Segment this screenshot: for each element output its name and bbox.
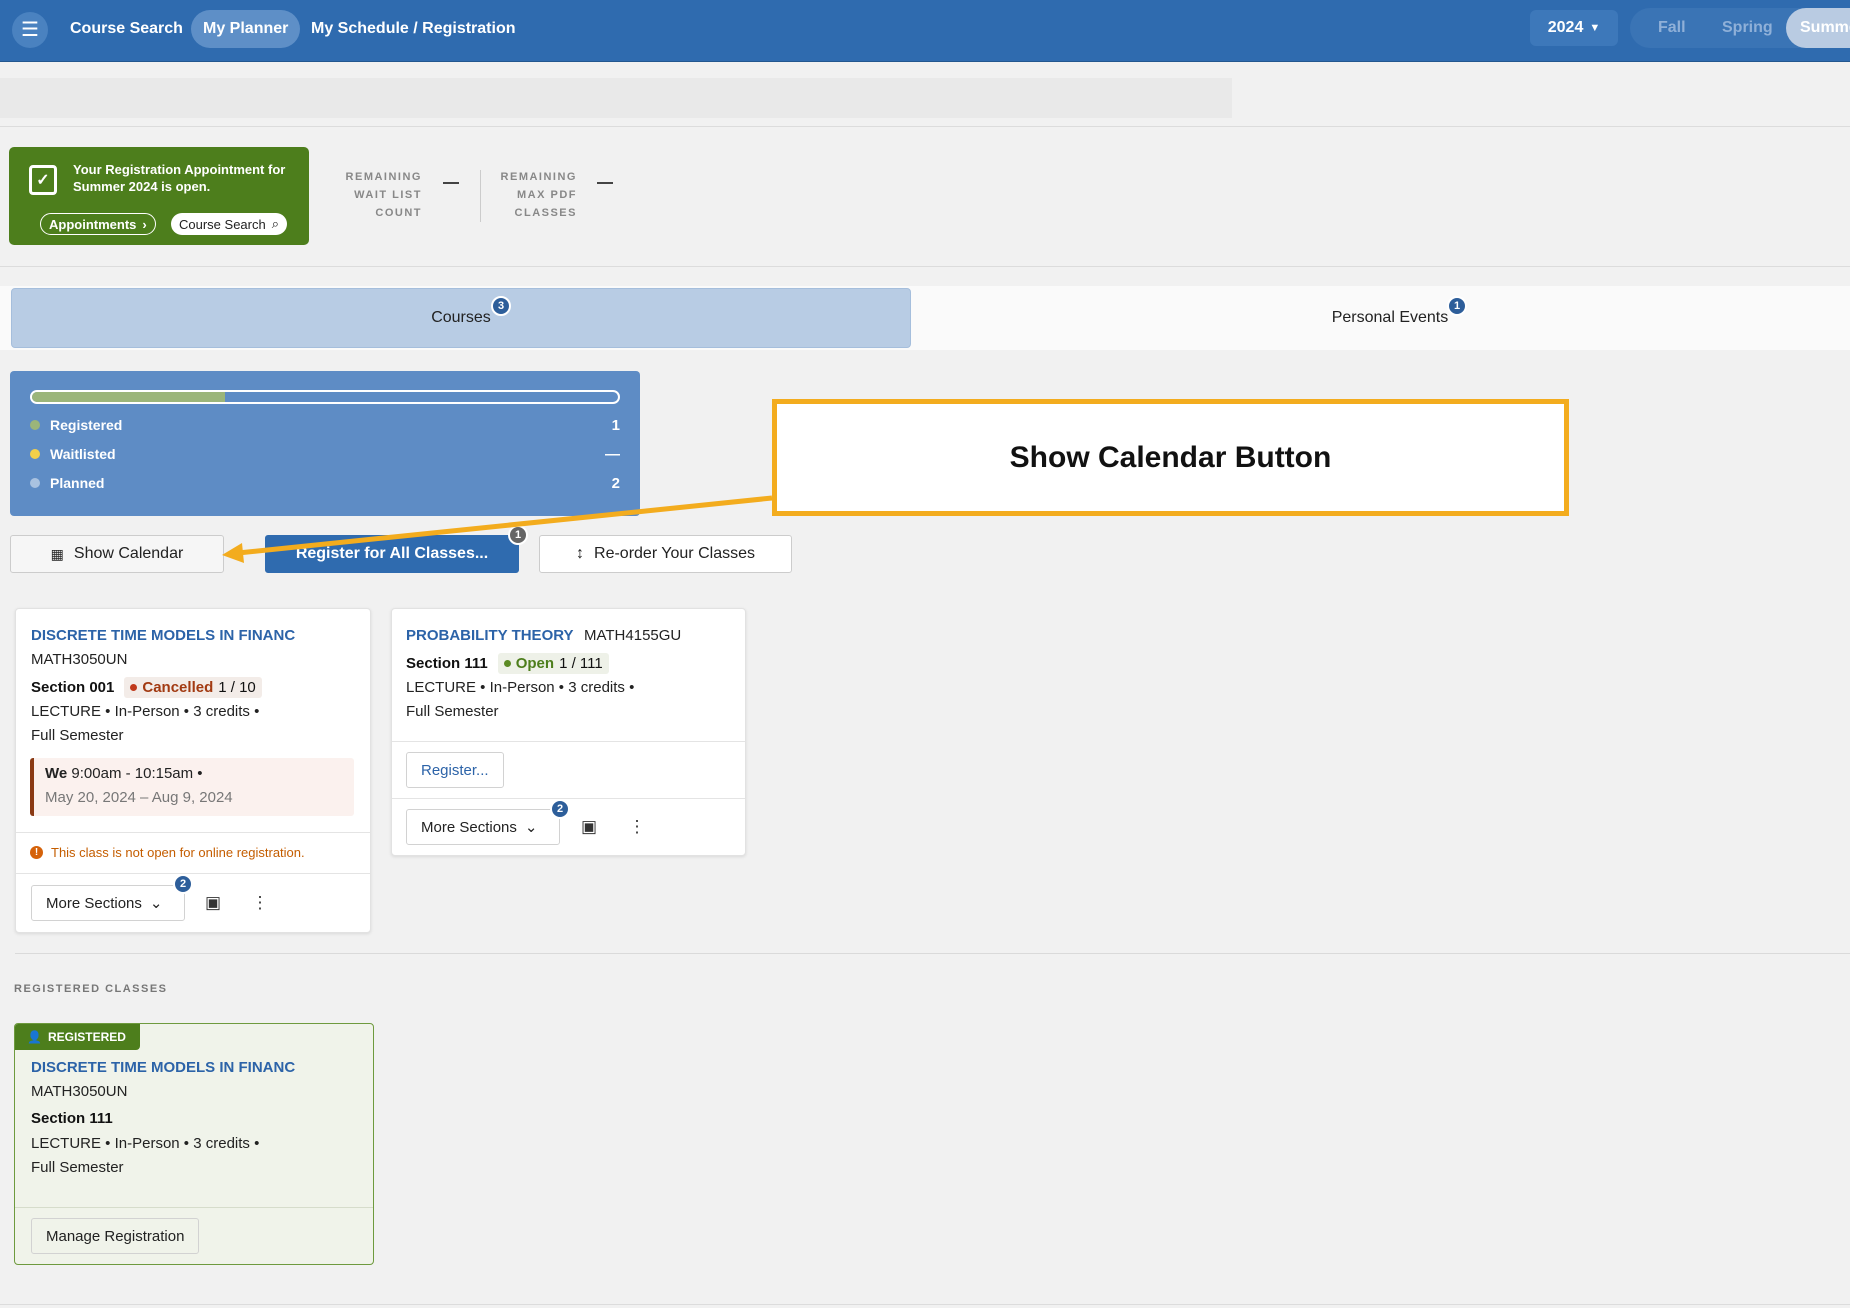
callout-text: Show Calendar Button bbox=[1009, 440, 1332, 474]
callout-box: Show Calendar Button bbox=[772, 399, 1569, 516]
callout-arrow bbox=[222, 495, 773, 563]
